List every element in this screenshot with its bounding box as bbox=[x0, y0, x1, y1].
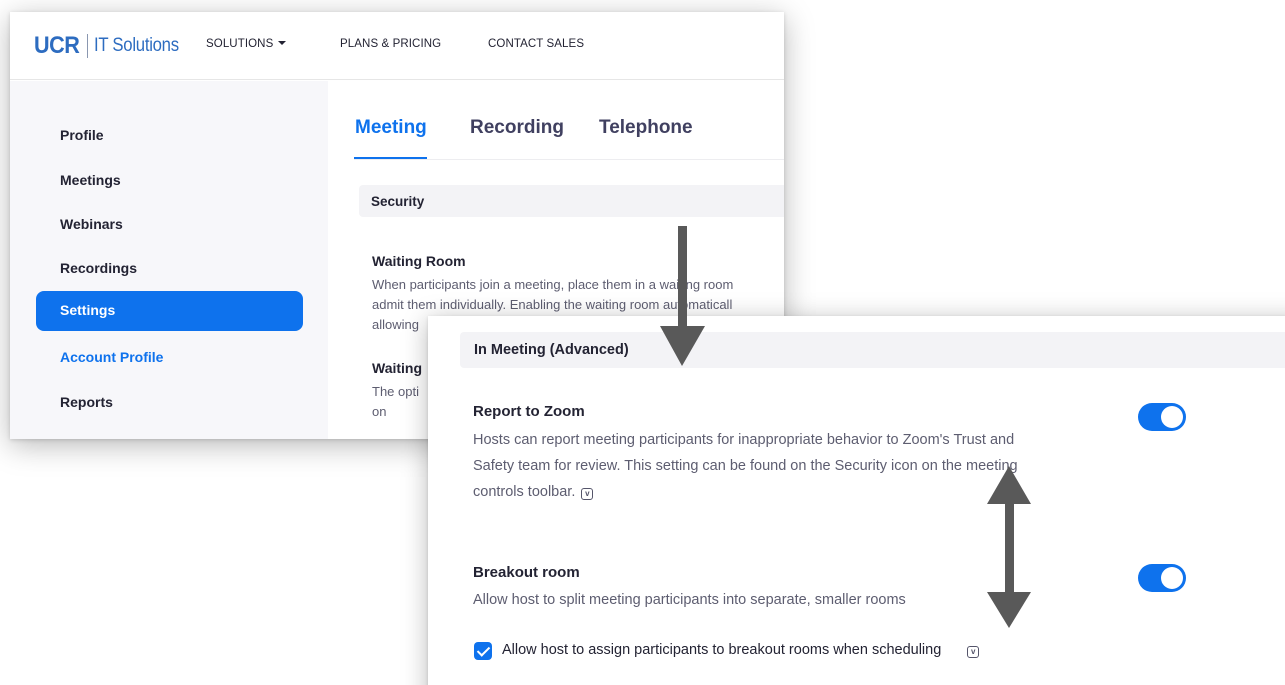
nav-contact-sales[interactable]: CONTACT SALES bbox=[488, 38, 584, 50]
sidebar: Profile Meetings Webinars Recordings Set… bbox=[10, 81, 328, 439]
setting-report-to-zoom-desc: Hosts can report meeting participants fo… bbox=[473, 427, 1113, 505]
settings-window-front: In Meeting (Advanced) Report to Zoom Hos… bbox=[428, 316, 1285, 685]
setting-next-title: Waiting bbox=[372, 360, 423, 376]
section-header-security: Security bbox=[359, 185, 784, 217]
info-icon[interactable]: v bbox=[581, 488, 594, 500]
nav-solutions[interactable]: SOLUTIONS bbox=[206, 38, 287, 50]
sidebar-item-settings[interactable]: Settings bbox=[36, 291, 303, 331]
toggle-knob bbox=[1161, 567, 1183, 589]
breakout-assign-checkbox-label: Allow host to assign participants to bre… bbox=[502, 642, 980, 658]
setting-breakout-room-desc: Allow host to split meeting participants… bbox=[473, 592, 906, 608]
report-desc-line-1: Hosts can report meeting participants fo… bbox=[473, 432, 1015, 448]
breakout-assign-label-text: Allow host to assign participants to bre… bbox=[502, 642, 942, 658]
breakout-assign-checkbox[interactable] bbox=[474, 642, 492, 660]
nav-plans-pricing[interactable]: PLANS & PRICING bbox=[340, 38, 441, 50]
tab-telephone[interactable]: Telephone bbox=[599, 117, 693, 139]
toggle-knob bbox=[1161, 406, 1183, 428]
active-tab-indicator bbox=[354, 157, 427, 159]
setting-next-desc-1: The opti bbox=[372, 384, 419, 399]
top-navigation-bar: UCR IT Solutions SOLUTIONS PLANS & PRICI… bbox=[10, 12, 784, 80]
sidebar-item-profile[interactable]: Profile bbox=[60, 127, 104, 143]
chevron-down-icon bbox=[278, 41, 287, 45]
setting-next-desc-2: on bbox=[372, 404, 387, 419]
breakout-room-toggle[interactable] bbox=[1138, 564, 1186, 592]
setting-report-to-zoom-title: Report to Zoom bbox=[473, 403, 585, 420]
section-header-in-meeting-advanced: In Meeting (Advanced) bbox=[460, 332, 1285, 368]
tab-recording[interactable]: Recording bbox=[470, 117, 564, 139]
nav-solutions-label: SOLUTIONS bbox=[206, 38, 274, 50]
tab-meeting[interactable]: Meeting bbox=[355, 117, 427, 139]
sidebar-item-settings-label: Settings bbox=[60, 302, 116, 318]
section-security-label: Security bbox=[371, 194, 425, 209]
report-desc-line-3: controls toolbar. v bbox=[473, 479, 1113, 505]
sidebar-item-recordings[interactable]: Recordings bbox=[60, 260, 137, 276]
setting-waiting-room-desc-3: allowing bbox=[372, 317, 419, 332]
report-desc-line-2: Safety team for review. This setting can… bbox=[473, 458, 1018, 474]
logo-it-solutions-text: IT Solutions bbox=[93, 35, 179, 56]
setting-waiting-room-title: Waiting Room bbox=[372, 253, 466, 269]
report-to-zoom-toggle[interactable] bbox=[1138, 403, 1186, 431]
info-icon[interactable]: v bbox=[967, 646, 980, 658]
setting-waiting-room-desc-2: admit them individually. Enabling the wa… bbox=[372, 297, 733, 312]
sidebar-item-webinars[interactable]: Webinars bbox=[60, 216, 123, 232]
setting-breakout-room-title: Breakout room bbox=[473, 564, 580, 581]
tab-divider bbox=[354, 159, 784, 160]
section-in-meeting-advanced-label: In Meeting (Advanced) bbox=[474, 342, 629, 358]
sidebar-item-meetings[interactable]: Meetings bbox=[60, 172, 121, 188]
report-desc-line-3-text: controls toolbar. bbox=[473, 484, 576, 500]
logo-ucr-text: UCR bbox=[34, 32, 80, 59]
setting-waiting-room-desc-1: When participants join a meeting, place … bbox=[372, 277, 734, 292]
sidebar-item-account-profile[interactable]: Account Profile bbox=[60, 349, 163, 365]
logo-divider bbox=[86, 34, 88, 58]
ucr-it-solutions-logo[interactable]: UCR IT Solutions bbox=[34, 32, 190, 60]
sidebar-item-reports[interactable]: Reports bbox=[60, 394, 113, 410]
